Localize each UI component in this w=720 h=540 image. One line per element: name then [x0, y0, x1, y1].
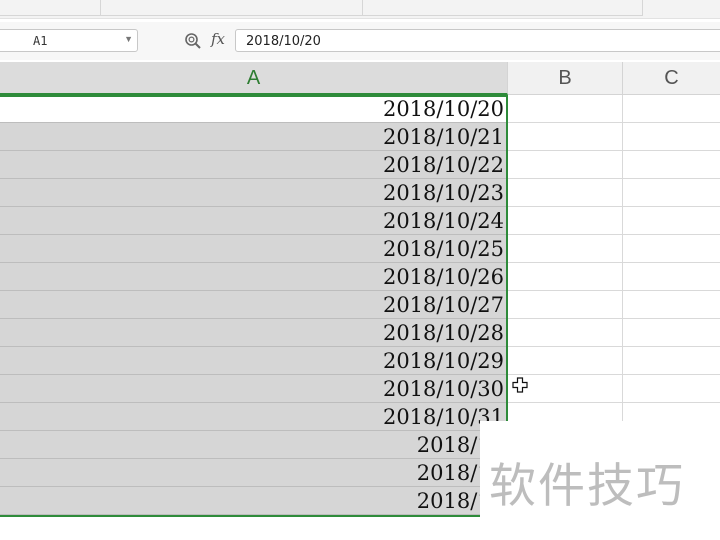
cell-value: 2018/10/23: [382, 181, 504, 205]
cell-a[interactable]: 2018/10/30: [0, 375, 508, 403]
cell-c[interactable]: [623, 319, 720, 347]
column-header-b[interactable]: B: [508, 62, 623, 95]
cell-c[interactable]: [623, 263, 720, 291]
formula-input-value: 2018/10/20: [246, 34, 321, 49]
table-row: 2018/10/23: [0, 179, 720, 207]
cell-a[interactable]: 2018/10/27: [0, 291, 508, 319]
ribbon-group[interactable]: [100, 0, 363, 16]
column-header-a[interactable]: A: [0, 62, 508, 95]
name-box[interactable]: A1 ▼: [0, 29, 138, 52]
cell-a[interactable]: 2018/10/23: [0, 179, 508, 207]
cell-a[interactable]: 2018/10/29: [0, 347, 508, 375]
zoom-formula-icon[interactable]: [184, 32, 202, 50]
fx-icon[interactable]: fx: [211, 30, 225, 48]
cell-a[interactable]: 2018/10/31: [0, 403, 508, 431]
cell-value: 2018/10/20: [382, 97, 504, 121]
name-box-value: A1: [33, 34, 48, 48]
cell-b[interactable]: [508, 319, 623, 347]
table-row: 2018/10/28: [0, 319, 720, 347]
cell-a[interactable]: 2018/11: [0, 487, 508, 515]
cell-a[interactable]: 2018/11: [0, 459, 508, 487]
cell-c[interactable]: [623, 375, 720, 403]
cell-b[interactable]: [508, 347, 623, 375]
table-row: 2018/10/30: [0, 375, 720, 403]
cell-a[interactable]: 2018/10/22: [0, 151, 508, 179]
watermark: 软件技巧: [480, 421, 720, 540]
table-row: 2018/10/21: [0, 123, 720, 151]
table-row: 2018/10/26: [0, 263, 720, 291]
ribbon-toolbar: [0, 0, 720, 19]
cell-value: 2018/10/26: [382, 265, 504, 289]
table-row: 2018/10/24: [0, 207, 720, 235]
table-row: 2018/10/22: [0, 151, 720, 179]
cell-value: 2018/10/28: [382, 321, 504, 345]
cell-c[interactable]: [623, 123, 720, 151]
cell-select-cursor-icon: [512, 377, 528, 393]
cell-b[interactable]: [508, 235, 623, 263]
table-row: 2018/10/25: [0, 235, 720, 263]
cell-value: 2018/10/24: [382, 209, 504, 233]
cell-a[interactable]: 2018/10/28: [0, 319, 508, 347]
cell-c[interactable]: [623, 235, 720, 263]
formula-input[interactable]: 2018/10/20: [235, 29, 720, 52]
ribbon-group[interactable]: [0, 0, 101, 16]
cell-a[interactable]: 2018/10/24: [0, 207, 508, 235]
table-row: 2018/10/20: [0, 95, 720, 123]
watermark-text: 软件技巧: [489, 459, 685, 514]
cell-c[interactable]: [623, 207, 720, 235]
cell-b[interactable]: [508, 95, 623, 123]
cell-a[interactable]: 2018/10/21: [0, 123, 508, 151]
chevron-down-icon[interactable]: ▼: [124, 34, 133, 44]
cell-a[interactable]: 2018/11: [0, 431, 508, 459]
active-cell-a1[interactable]: 2018/10/20: [0, 95, 508, 123]
cell-value: 2018/10/30: [382, 377, 504, 401]
cell-a[interactable]: 2018/10/26: [0, 263, 508, 291]
ribbon-group[interactable]: [362, 0, 643, 16]
cell-c[interactable]: [623, 95, 720, 123]
cell-c[interactable]: [623, 179, 720, 207]
cell-c[interactable]: [623, 291, 720, 319]
cell-b[interactable]: [508, 263, 623, 291]
column-header-c[interactable]: C: [623, 62, 720, 95]
cell-b[interactable]: [508, 207, 623, 235]
cell-b[interactable]: [508, 179, 623, 207]
cell-a[interactable]: 2018/10/25: [0, 235, 508, 263]
cell-c[interactable]: [623, 151, 720, 179]
cell-value: 2018/10/27: [382, 293, 504, 317]
cell-b[interactable]: [508, 123, 623, 151]
cell-value: 2018/10/22: [382, 153, 504, 177]
cell-value: 2018/10/29: [382, 349, 504, 373]
cell-b[interactable]: [508, 291, 623, 319]
table-row: 2018/10/27: [0, 291, 720, 319]
cell-c[interactable]: [623, 347, 720, 375]
cell-b[interactable]: [508, 151, 623, 179]
table-row: 2018/10/29: [0, 347, 720, 375]
cell-value: 2018/10/21: [382, 125, 504, 149]
cell-value: 2018/10/25: [382, 237, 504, 261]
